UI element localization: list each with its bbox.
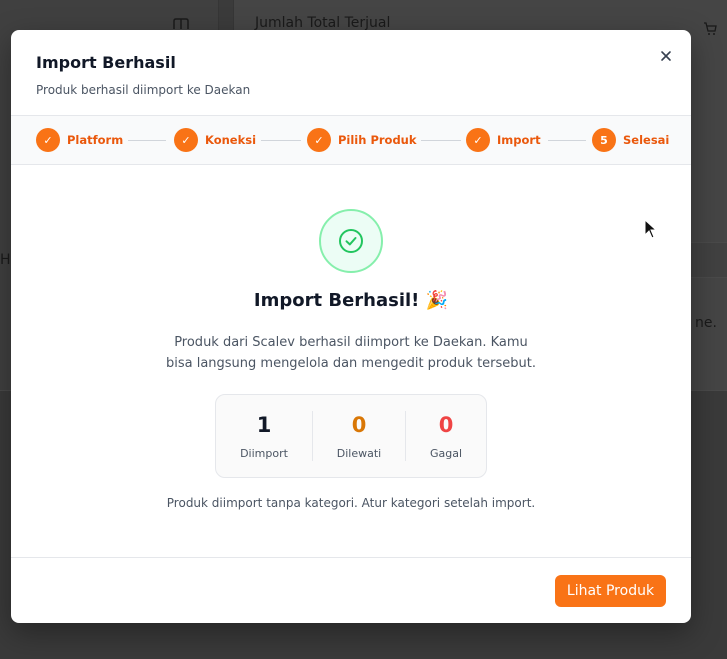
background-left-text: H [0,252,11,268]
step-label: Selesai [623,133,670,147]
step-check-icon: ✓ [36,128,60,152]
stat-imported: 1 Diimport [216,395,312,479]
step-check-icon: ✓ [174,128,198,152]
background-right-text: ne. [695,315,717,331]
close-icon [661,51,671,61]
success-description: Produk dari Scalev berhasil diimport ke … [165,335,537,371]
mouse-cursor-icon [644,219,658,239]
step-import[interactable]: ✓ Import [466,128,541,152]
step-pilih-produk[interactable]: ✓ Pilih Produk [307,128,417,152]
step-connector [128,140,166,141]
stat-label: Dilewati [336,447,382,460]
success-badge [319,209,383,273]
step-koneksi[interactable]: ✓ Koneksi [174,128,256,152]
stat-failed: 0 Gagal [406,395,486,479]
background-header-text: Jumlah Total Terjual [255,15,391,31]
modal-footer: Lihat Produk [11,557,691,623]
step-check-icon: ✓ [466,128,490,152]
step-connector [261,140,301,141]
step-check-icon: ✓ [307,128,331,152]
import-stepper: ✓ Platform ✓ Koneksi ✓ Pilih Produk ✓ Im… [11,116,691,165]
cart-icon [704,22,717,35]
step-platform[interactable]: ✓ Platform [36,128,123,152]
step-connector [548,140,586,141]
step-selesai[interactable]: 5 Selesai [592,128,669,152]
check-circle-icon [339,229,363,253]
modal-title: Import Berhasil [36,53,176,72]
stat-label: Diimport [240,447,288,460]
stat-skipped: 0 Dilewati [313,395,405,479]
import-success-modal: Import Berhasil Produk berhasil diimport… [11,30,691,623]
menu-icon [173,18,189,29]
category-note: Produk diimport tanpa kategori. Atur kat… [166,496,536,510]
success-title: Import Berhasil! 🎉 [253,290,449,311]
stat-value: 0 [351,413,367,437]
modal-subtitle: Produk berhasil diimport ke Daekan [36,83,251,97]
step-connector [421,140,461,141]
step-label: Koneksi [205,133,257,147]
stat-label: Gagal [429,447,463,460]
step-label: Platform [67,133,124,147]
import-stats: 1 Diimport 0 Dilewati 0 Gagal [215,394,487,478]
view-products-button[interactable]: Lihat Produk [555,575,666,607]
stat-value: 0 [438,413,454,437]
modal-body: Import Berhasil! 🎉 Produk dari Scalev be… [11,165,691,557]
step-number: 5 [592,128,616,152]
modal-header: Import Berhasil Produk berhasil diimport… [11,30,691,116]
close-button[interactable] [656,46,676,66]
stat-value: 1 [256,413,272,437]
step-label: Pilih Produk [338,133,417,147]
step-label: Import [497,133,541,147]
